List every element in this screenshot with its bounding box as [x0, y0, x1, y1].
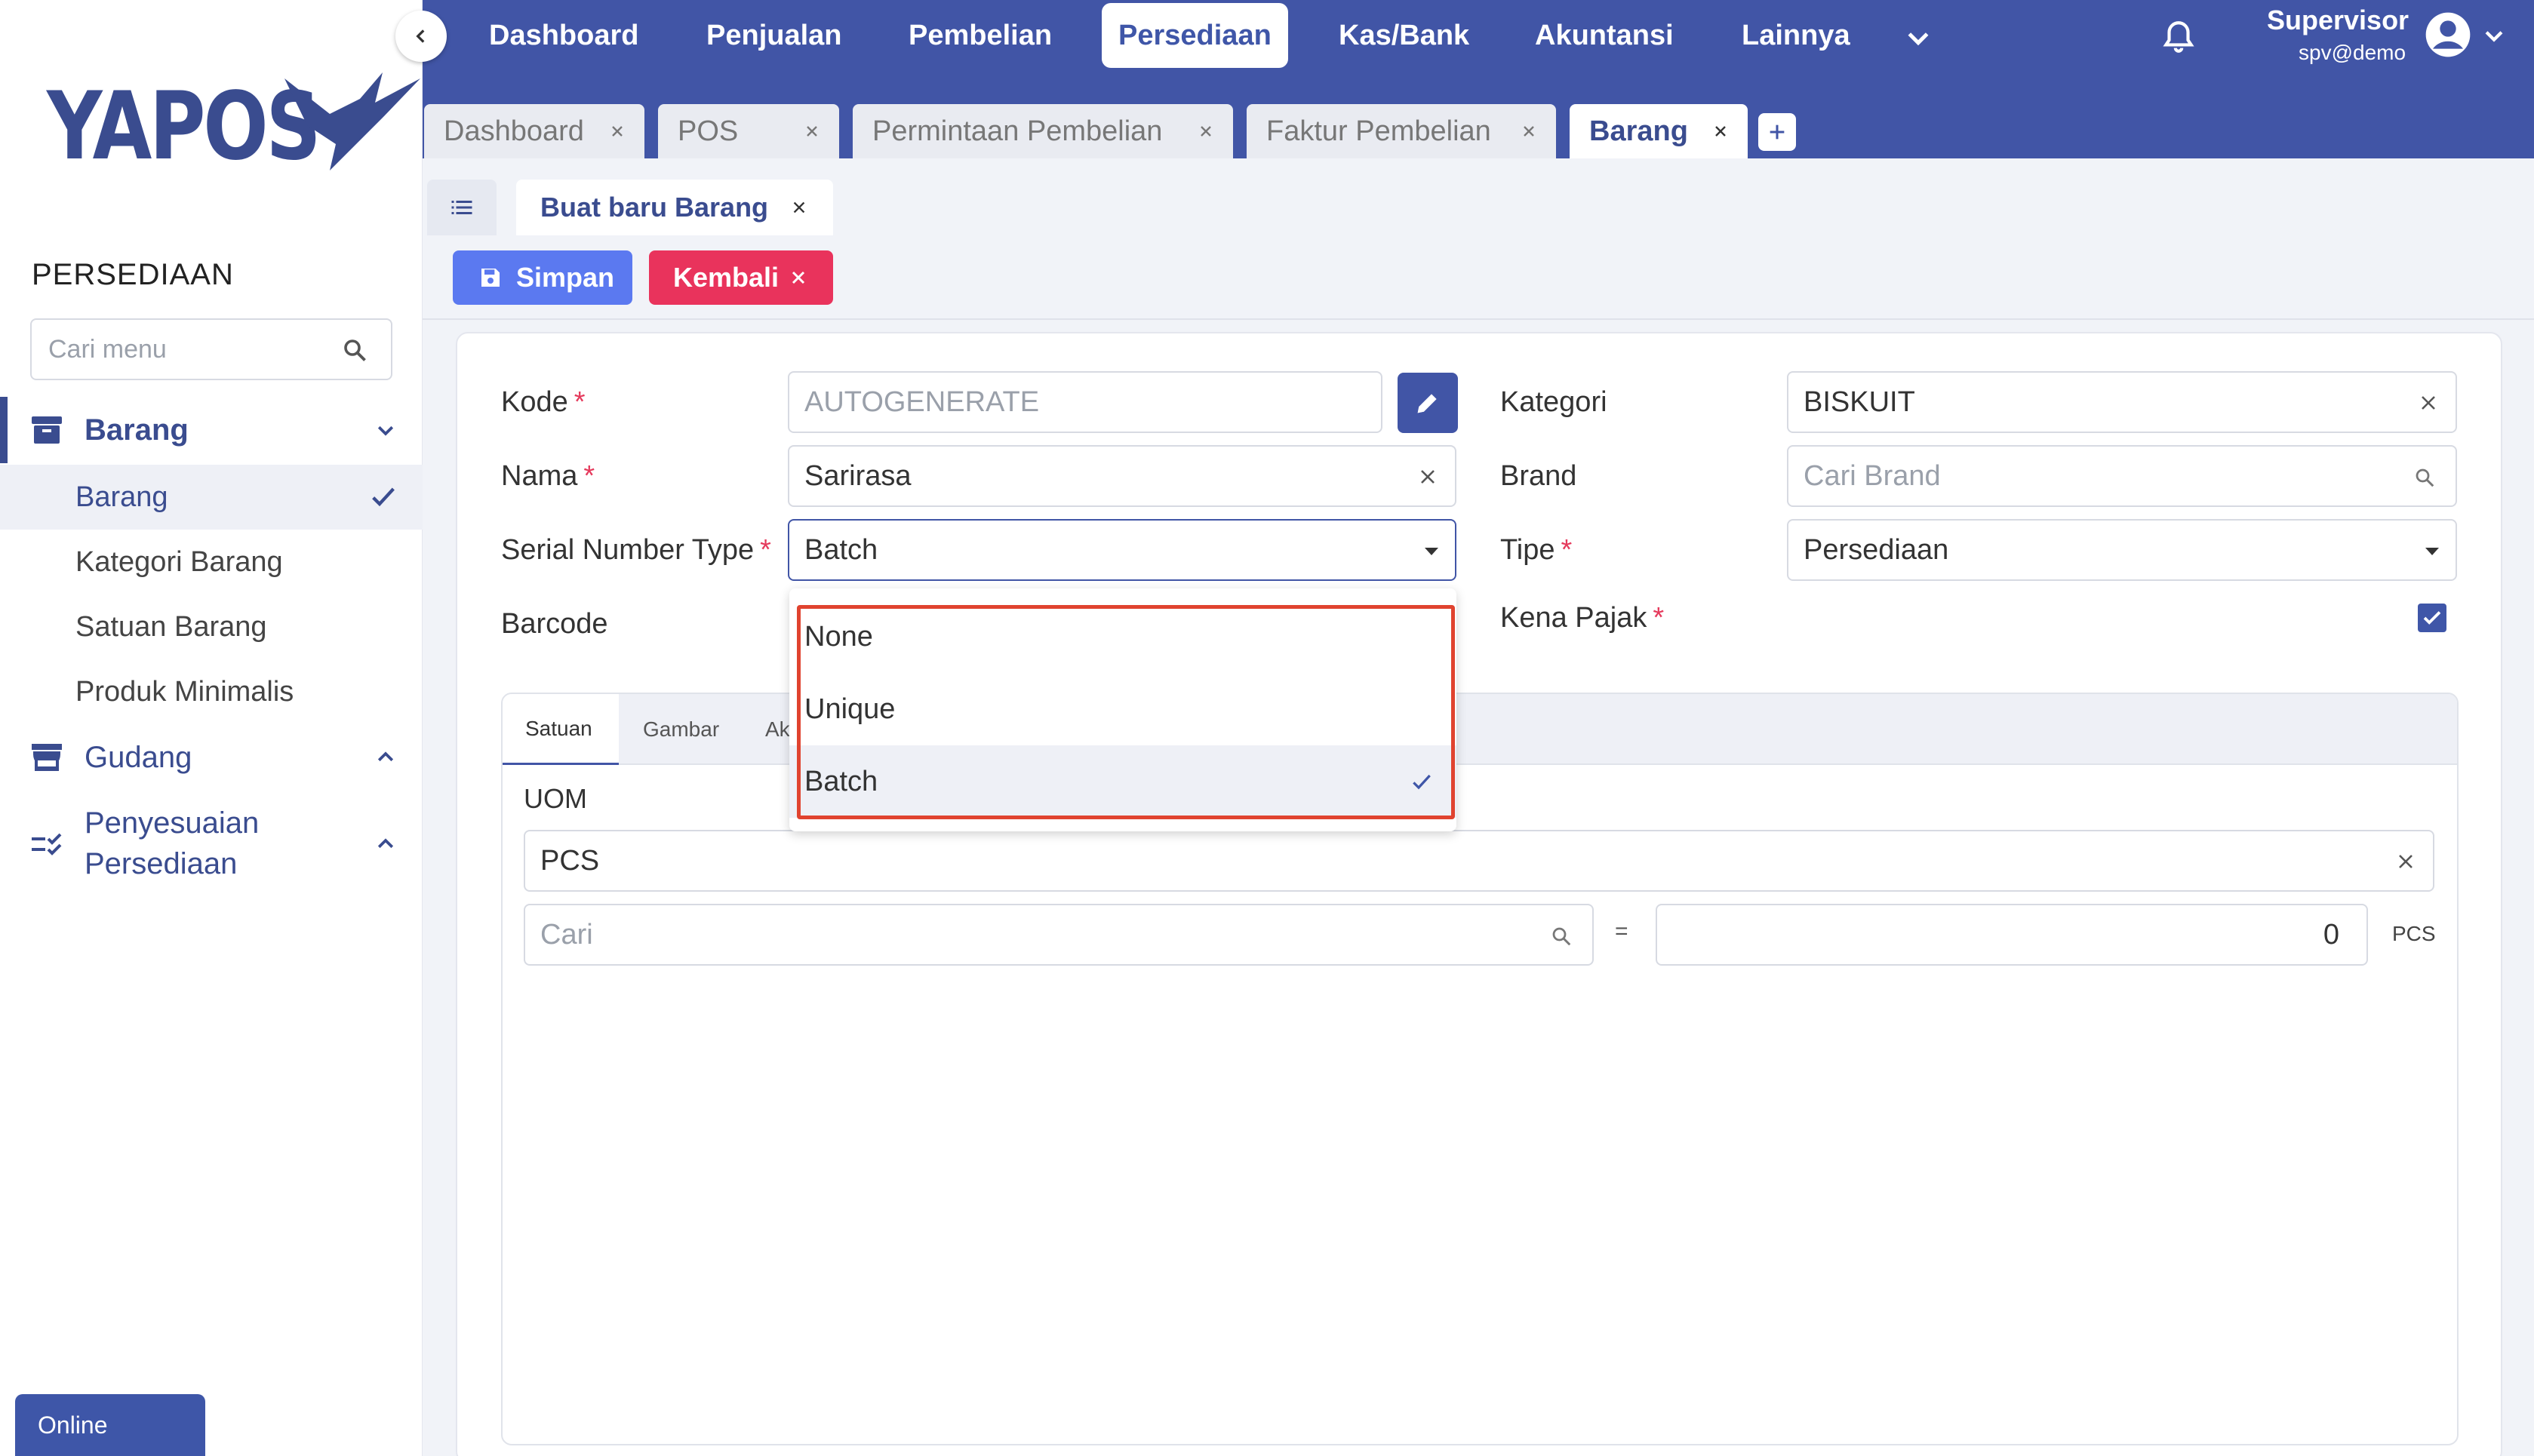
- close-icon[interactable]: [1711, 122, 1730, 140]
- close-icon[interactable]: [791, 199, 807, 216]
- brand-search-input[interactable]: Cari Brand: [1787, 445, 2457, 507]
- bell-icon[interactable]: [2160, 18, 2197, 56]
- brand-label: Brand: [1500, 460, 1577, 492]
- clear-icon[interactable]: [1419, 468, 1437, 486]
- nav-dashboard[interactable]: Dashboard: [472, 3, 655, 68]
- pencil-icon: [1417, 394, 1437, 413]
- close-icon[interactable]: [608, 122, 626, 140]
- equals-sign: =: [1615, 919, 1628, 944]
- chevron-left-icon: [416, 29, 425, 43]
- subtab-buat-baru-barang[interactable]: Buat baru Barang: [516, 180, 833, 235]
- list-view-button[interactable]: [427, 180, 497, 235]
- sidebar-item-produk-minimalis[interactable]: Produk Minimalis: [0, 659, 423, 724]
- online-status-badge: Online: [15, 1394, 205, 1456]
- save-button[interactable]: Simpan: [453, 250, 632, 305]
- nav-lainnya[interactable]: Lainnya: [1725, 3, 1867, 68]
- warehouse-icon: [32, 744, 62, 771]
- conversion-quantity-input[interactable]: 0: [1656, 904, 2368, 966]
- sidebar-section-title: PERSEDIAAN: [32, 258, 234, 291]
- serial-number-type-select[interactable]: Batch: [788, 519, 1456, 581]
- chevron-up-icon: [377, 751, 394, 762]
- option-none[interactable]: None: [789, 601, 1456, 673]
- tab-gambar[interactable]: Gambar: [620, 694, 741, 765]
- archive-icon: [32, 416, 62, 444]
- tipe-label: Tipe *: [1500, 534, 1573, 566]
- plus-icon: [1770, 124, 1785, 140]
- nav-kas-bank[interactable]: Kas/Bank: [1322, 3, 1486, 68]
- checklist-icon: [32, 833, 62, 855]
- kode-label: Kode *: [501, 386, 586, 418]
- option-batch[interactable]: Batch: [789, 745, 1456, 818]
- caret-down-icon: [2425, 548, 2439, 555]
- tab-pos[interactable]: POS: [658, 104, 839, 158]
- floppy-disk-icon: [481, 269, 500, 287]
- nav-persediaan[interactable]: Persediaan: [1102, 3, 1288, 68]
- nav-pembelian[interactable]: Pembelian: [892, 3, 1069, 68]
- sidebar-item-barang[interactable]: Barang: [0, 465, 423, 530]
- chevron-up-icon: [377, 838, 394, 849]
- search-icon: [1552, 927, 1571, 946]
- search-icon: [2416, 468, 2434, 487]
- unit-label: PCS: [2392, 922, 2436, 945]
- close-icon[interactable]: [1197, 122, 1215, 140]
- nav-penjualan[interactable]: Penjualan: [690, 3, 859, 68]
- collapse-sidebar-button[interactable]: [395, 11, 447, 62]
- tipe-select[interactable]: Persediaan: [1787, 519, 2457, 581]
- sidebar-group-gudang[interactable]: Gudang: [0, 736, 423, 779]
- bird-logo-icon: [284, 72, 420, 170]
- chevron-down-icon[interactable]: [1903, 23, 1933, 53]
- checkmark-icon: [2423, 611, 2441, 625]
- close-icon: [792, 271, 805, 284]
- barcode-label: Barcode: [501, 608, 608, 640]
- checkmark-icon: [372, 487, 395, 507]
- chevron-down-icon[interactable]: [2481, 23, 2507, 48]
- avatar[interactable]: [2424, 11, 2472, 59]
- serial-number-type-dropdown: None Unique Batch: [789, 588, 1456, 831]
- add-tab-button[interactable]: [1758, 113, 1796, 151]
- nama-label: Nama *: [501, 460, 595, 492]
- uom-label: UOM: [524, 783, 587, 814]
- clear-icon[interactable]: [2419, 394, 2437, 412]
- uom-select[interactable]: PCS: [524, 830, 2434, 892]
- sidebar-group-penyesuaian-persediaan[interactable]: Penyesuaian Persediaan: [0, 801, 423, 889]
- tab-satuan[interactable]: Satuan: [503, 694, 619, 765]
- nama-input[interactable]: Sarirasa: [788, 445, 1456, 507]
- yapos-logo: YAPOS: [47, 72, 420, 181]
- user-name[interactable]: Supervisor: [2267, 5, 2409, 36]
- user-account: spv@demo: [2299, 41, 2406, 64]
- back-button[interactable]: Kembali: [649, 250, 833, 305]
- tab-dashboard[interactable]: Dashboard: [424, 104, 644, 158]
- kena-pajak-label: Kena Pajak *: [1500, 602, 1665, 634]
- list-icon: [451, 201, 472, 214]
- kode-input[interactable]: AUTOGENERATE: [788, 371, 1382, 433]
- kena-pajak-checkbox[interactable]: [2418, 604, 2446, 632]
- checkmark-icon: [1413, 774, 1431, 790]
- serial-number-type-label: Serial Number Type *: [501, 534, 771, 566]
- sidebar-group-barang[interactable]: Barang: [0, 409, 423, 451]
- kategori-label: Kategori: [1500, 386, 1607, 418]
- sidebar-item-satuan-barang[interactable]: Satuan Barang: [0, 594, 423, 659]
- caret-down-icon: [1425, 548, 1438, 555]
- kategori-select[interactable]: BISKUIT: [1787, 371, 2457, 433]
- close-icon[interactable]: [1520, 122, 1538, 140]
- tab-permintaan-pembelian[interactable]: Permintaan Pembelian: [853, 104, 1233, 158]
- nav-akuntansi[interactable]: Akuntansi: [1518, 3, 1690, 68]
- edit-kode-button[interactable]: [1398, 373, 1458, 433]
- tab-faktur-pembelian[interactable]: Faktur Pembelian: [1247, 104, 1556, 158]
- chevron-down-icon: [377, 425, 394, 436]
- sidebar-search-input[interactable]: Cari menu: [30, 318, 392, 380]
- sidebar-item-kategori-barang[interactable]: Kategori Barang: [0, 530, 423, 594]
- tab-barang[interactable]: Barang: [1570, 104, 1748, 158]
- clear-icon[interactable]: [2397, 852, 2415, 871]
- option-unique[interactable]: Unique: [789, 673, 1456, 745]
- uom-search-input[interactable]: Cari: [524, 904, 1594, 966]
- close-icon[interactable]: [803, 122, 821, 140]
- sidebar: YAPOS PERSEDIAAN Cari menu Barang Barang…: [0, 0, 423, 1456]
- search-icon: [344, 339, 366, 361]
